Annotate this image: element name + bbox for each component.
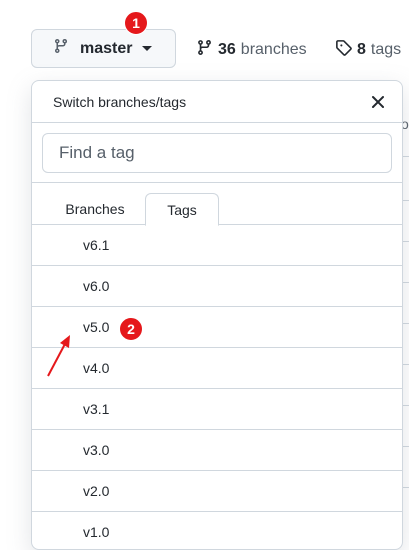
tab-branches[interactable]: Branches — [48, 193, 142, 225]
caret-down-icon — [142, 46, 153, 51]
dropdown-filter — [32, 123, 402, 183]
branches-link[interactable]: 36 branches — [196, 39, 307, 61]
list-item[interactable]: v3.1 — [32, 389, 402, 430]
tags-link[interactable]: 8 tags — [335, 39, 401, 61]
tab-tags[interactable]: Tags — [145, 193, 219, 226]
list-item[interactable]: v5.0 — [32, 307, 402, 348]
list-item[interactable]: v2.0 — [32, 471, 402, 512]
branch-tag-dropdown: Switch branches/tags Branches Tags v6.1 … — [31, 80, 403, 550]
tags-label: tags — [370, 41, 402, 58]
list-item[interactable]: v1.0 — [32, 512, 402, 549]
close-icon[interactable] — [370, 94, 386, 110]
list-item[interactable]: v4.0 — [32, 348, 402, 389]
tag-list: v6.1 v6.0 v5.0 v4.0 v3.1 v3.0 v2.0 v1.0 — [32, 225, 402, 549]
find-tag-input[interactable] — [42, 133, 392, 173]
branch-select-button[interactable]: master — [31, 29, 176, 68]
tag-icon — [335, 39, 352, 61]
branches-label: branches — [240, 41, 307, 58]
annotation-badge-1: 1 — [124, 11, 148, 35]
dropdown-title: Switch branches/tags — [53, 93, 187, 110]
dropdown-tabs: Branches Tags — [32, 183, 402, 226]
git-branch-icon — [53, 38, 69, 59]
branch-select-label: master — [80, 39, 133, 57]
branches-count: 36 — [218, 41, 236, 58]
annotation-arrow-icon — [47, 335, 70, 377]
tags-count: 8 — [357, 41, 366, 58]
dropdown-header: Switch branches/tags — [32, 81, 402, 123]
annotation-badge-2: 2 — [119, 317, 143, 341]
list-item[interactable]: v6.1 — [32, 225, 402, 266]
list-item[interactable]: v6.0 — [32, 266, 402, 307]
list-item[interactable]: v3.0 — [32, 430, 402, 471]
git-branch-icon — [196, 39, 213, 61]
